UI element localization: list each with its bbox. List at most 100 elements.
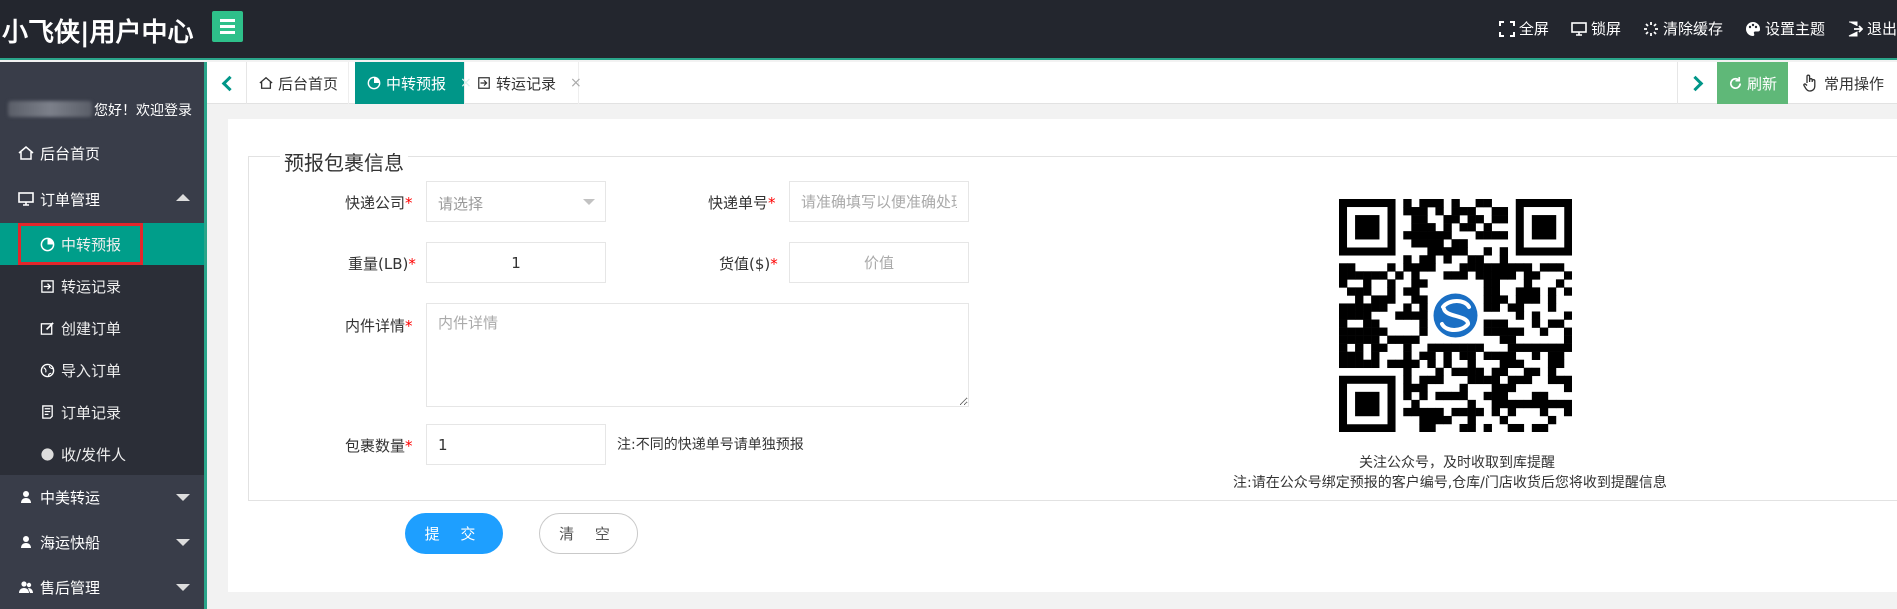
weight-label-text: 重量(LB) xyxy=(348,255,409,273)
tab-transfer-records[interactable]: 转运记录 × xyxy=(465,62,582,104)
hamburger-icon xyxy=(220,19,235,22)
user-info: 您好！欢迎登录 xyxy=(8,98,204,120)
tab-bar: 后台首页 中转预报 × 转运记录 × 刷新 常用操作 xyxy=(207,62,1897,104)
avatar-username-blurred xyxy=(8,101,92,117)
logout-icon xyxy=(1847,21,1864,37)
chevron-right-icon xyxy=(1687,75,1703,91)
common-ops-dropdown[interactable]: 常用操作 xyxy=(1788,62,1897,104)
theme-label: 设置主题 xyxy=(1764,20,1825,38)
theme-button[interactable]: 设置主题 xyxy=(1745,18,1825,39)
app-root: 小飞侠|用户中心 全屏 锁屏 清除缓存 设置主题 退出 您好！欢迎登录 后台首页… xyxy=(0,0,1897,609)
sidebar-home-label: 后台首页 xyxy=(40,144,101,163)
globe-icon xyxy=(40,363,55,378)
tracking-number-input[interactable] xyxy=(789,181,969,222)
users-icon xyxy=(18,579,34,595)
required-mark: * xyxy=(768,194,776,212)
package-count-input[interactable] xyxy=(426,424,606,465)
pie-chart-icon xyxy=(367,76,381,90)
tabs-scroll-left-button[interactable] xyxy=(207,62,247,104)
fullscreen-icon xyxy=(1498,20,1515,37)
circle-icon xyxy=(40,447,55,462)
sidebar-sub-label: 创建订单 xyxy=(61,319,122,338)
sidebar-subitem-contacts[interactable]: 收/发件人 xyxy=(0,433,204,475)
tab-label: 后台首页 xyxy=(278,74,339,93)
value-label: 货值($)* xyxy=(719,253,778,274)
submit-button[interactable]: 提 交 xyxy=(405,513,503,554)
courier-select-placeholder: 请选择 xyxy=(438,195,484,213)
edit-icon xyxy=(40,321,55,336)
monitor-icon xyxy=(1571,21,1587,37)
logout-label: 退出 xyxy=(1866,20,1897,38)
sidebar-sub-label: 订单记录 xyxy=(61,403,122,422)
value-label-text: 货值($) xyxy=(719,255,771,273)
import-icon xyxy=(477,76,491,90)
sidebar-order-label: 订单管理 xyxy=(40,190,101,209)
sidebar-sub-label: 收/发件人 xyxy=(61,445,127,464)
refresh-label: 刷新 xyxy=(1746,74,1777,93)
user-icon xyxy=(18,489,34,505)
caret-down-icon xyxy=(176,539,190,546)
caret-down-icon xyxy=(176,584,190,591)
sidebar-item-sea-shipping[interactable]: 海运快船 xyxy=(0,521,204,563)
clear-cache-button[interactable]: 清除缓存 xyxy=(1643,18,1723,39)
pie-chart-icon xyxy=(40,237,55,252)
sidebar-sub-label: 中转预报 xyxy=(61,235,122,254)
top-header: 小飞侠|用户中心 全屏 锁屏 清除缓存 设置主题 退出 xyxy=(0,0,1897,60)
contents-textarea[interactable] xyxy=(426,303,969,407)
sidebar-subitem-transit-forecast[interactable]: 中转预报 xyxy=(0,223,204,265)
sidebar: 您好！欢迎登录 后台首页 订单管理 中转预报 转运记录 创建订单 导入订单 订单… xyxy=(0,62,207,609)
sidebar-subitem-transfer-records[interactable]: 转运记录 xyxy=(0,265,204,307)
spinner-icon xyxy=(1643,21,1659,37)
tab-home[interactable]: 后台首页 xyxy=(247,62,349,104)
sidebar-sub-label: 转运记录 xyxy=(61,277,122,296)
tab-label: 转运记录 xyxy=(496,74,557,93)
close-icon[interactable]: × xyxy=(570,75,582,91)
sidebar-item-order-mgmt[interactable]: 订单管理 xyxy=(0,178,204,220)
logout-button[interactable]: 退出 xyxy=(1847,18,1897,39)
required-mark: * xyxy=(405,437,413,455)
welcome-text: 您好！欢迎登录 xyxy=(94,103,192,119)
fullscreen-label: 全屏 xyxy=(1518,20,1549,38)
top-actions: 全屏 锁屏 清除缓存 设置主题 退出 xyxy=(1477,18,1897,39)
lockscreen-label: 锁屏 xyxy=(1590,20,1621,38)
contents-label: 内件详情* xyxy=(345,315,413,336)
sidebar-subitem-create-order[interactable]: 创建订单 xyxy=(0,307,204,349)
sidebar-subitem-import-order[interactable]: 导入订单 xyxy=(0,349,204,391)
menu-toggle-button[interactable] xyxy=(212,11,243,42)
tabs-scroll-right-button[interactable] xyxy=(1677,62,1717,104)
sidebar-subitem-order-records[interactable]: 订单记录 xyxy=(0,391,204,433)
receipt-icon xyxy=(40,404,55,420)
tab-transit-forecast[interactable]: 中转预报 × xyxy=(355,62,472,104)
required-mark: * xyxy=(405,194,413,212)
qr-caption-note: 注:请在公众号绑定预报的客户编号,仓库/门店收货后您将收到提醒信息 xyxy=(1233,475,1667,491)
hand-pointer-icon xyxy=(1802,74,1818,92)
tab-label: 中转预报 xyxy=(386,74,447,93)
sidebar-item-aftersale[interactable]: 售后管理 xyxy=(0,566,204,608)
sidebar-sea-label: 海运快船 xyxy=(40,533,101,552)
brand-title: 小飞侠|用户中心 xyxy=(2,18,194,48)
courier-select[interactable]: 请选择 xyxy=(426,181,606,222)
common-ops-label: 常用操作 xyxy=(1824,74,1885,93)
sidebar-aftersale-label: 售后管理 xyxy=(40,578,101,597)
count-note: 注:不同的快递单号请单独预报 xyxy=(617,437,804,453)
sidebar-item-cn-us-transfer[interactable]: 中美转运 xyxy=(0,476,204,518)
fullscreen-button[interactable]: 全屏 xyxy=(1498,18,1549,39)
required-mark: * xyxy=(408,255,416,273)
required-mark: * xyxy=(770,255,778,273)
clear-button[interactable]: 清 空 xyxy=(539,513,638,554)
weight-label: 重量(LB)* xyxy=(348,253,416,274)
goods-value-input[interactable] xyxy=(789,242,969,283)
courier-label-text: 快递公司 xyxy=(345,194,406,212)
sidebar-sub-label: 导入订单 xyxy=(61,361,122,380)
caret-up-icon xyxy=(176,194,190,201)
caret-down-icon xyxy=(176,494,190,501)
lockscreen-button[interactable]: 锁屏 xyxy=(1571,18,1621,39)
wechat-qr-code xyxy=(1339,199,1573,433)
user-icon xyxy=(18,534,34,550)
hamburger-icon-bar xyxy=(220,25,235,28)
refresh-button[interactable]: 刷新 xyxy=(1717,62,1788,104)
weight-input[interactable] xyxy=(426,242,606,283)
refresh-icon xyxy=(1728,76,1743,91)
clear-cache-label: 清除缓存 xyxy=(1662,20,1723,38)
sidebar-item-home[interactable]: 后台首页 xyxy=(0,132,204,174)
